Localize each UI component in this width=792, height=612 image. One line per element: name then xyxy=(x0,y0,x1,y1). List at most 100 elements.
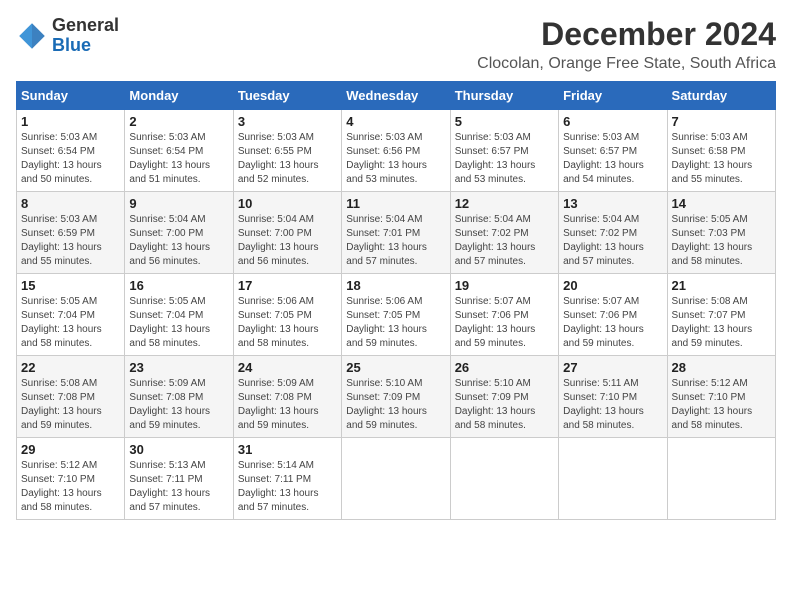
calendar-cell: 29 Sunrise: 5:12 AM Sunset: 7:10 PM Dayl… xyxy=(17,438,125,520)
calendar-cell: 13 Sunrise: 5:04 AM Sunset: 7:02 PM Dayl… xyxy=(559,192,667,274)
day-info: Sunrise: 5:03 AM Sunset: 6:56 PM Dayligh… xyxy=(346,131,445,187)
day-info: Sunrise: 5:05 AM Sunset: 7:04 PM Dayligh… xyxy=(21,295,120,351)
calendar-cell xyxy=(450,438,558,520)
weekday-header-saturday: Saturday xyxy=(667,82,775,110)
day-number: 31 xyxy=(238,442,337,457)
calendar-cell: 7 Sunrise: 5:03 AM Sunset: 6:58 PM Dayli… xyxy=(667,110,775,192)
day-number: 21 xyxy=(672,278,771,293)
day-number: 4 xyxy=(346,114,445,129)
title-section: December 2024 Clocolan, Orange Free Stat… xyxy=(477,16,776,73)
logo-text: General Blue xyxy=(52,16,119,56)
weekday-header-wednesday: Wednesday xyxy=(342,82,450,110)
day-number: 28 xyxy=(672,360,771,375)
calendar-cell: 11 Sunrise: 5:04 AM Sunset: 7:01 PM Dayl… xyxy=(342,192,450,274)
calendar-cell: 19 Sunrise: 5:07 AM Sunset: 7:06 PM Dayl… xyxy=(450,274,558,356)
day-number: 25 xyxy=(346,360,445,375)
day-number: 24 xyxy=(238,360,337,375)
day-info: Sunrise: 5:05 AM Sunset: 7:03 PM Dayligh… xyxy=(672,213,771,269)
calendar-cell: 2 Sunrise: 5:03 AM Sunset: 6:54 PM Dayli… xyxy=(125,110,233,192)
main-title: December 2024 xyxy=(477,16,776,53)
subtitle: Clocolan, Orange Free State, South Afric… xyxy=(477,55,776,73)
day-number: 18 xyxy=(346,278,445,293)
day-info: Sunrise: 5:07 AM Sunset: 7:06 PM Dayligh… xyxy=(563,295,662,351)
calendar-cell: 18 Sunrise: 5:06 AM Sunset: 7:05 PM Dayl… xyxy=(342,274,450,356)
day-number: 9 xyxy=(129,196,228,211)
calendar-cell: 8 Sunrise: 5:03 AM Sunset: 6:59 PM Dayli… xyxy=(17,192,125,274)
day-number: 26 xyxy=(455,360,554,375)
calendar-cell: 10 Sunrise: 5:04 AM Sunset: 7:00 PM Dayl… xyxy=(233,192,341,274)
day-number: 6 xyxy=(563,114,662,129)
calendar-cell: 14 Sunrise: 5:05 AM Sunset: 7:03 PM Dayl… xyxy=(667,192,775,274)
calendar-cell: 24 Sunrise: 5:09 AM Sunset: 7:08 PM Dayl… xyxy=(233,356,341,438)
calendar-cell: 4 Sunrise: 5:03 AM Sunset: 6:56 PM Dayli… xyxy=(342,110,450,192)
day-number: 8 xyxy=(21,196,120,211)
weekday-header-row: SundayMondayTuesdayWednesdayThursdayFrid… xyxy=(17,82,776,110)
weekday-header-monday: Monday xyxy=(125,82,233,110)
day-number: 22 xyxy=(21,360,120,375)
day-info: Sunrise: 5:09 AM Sunset: 7:08 PM Dayligh… xyxy=(129,377,228,433)
day-number: 29 xyxy=(21,442,120,457)
weekday-header-sunday: Sunday xyxy=(17,82,125,110)
day-info: Sunrise: 5:03 AM Sunset: 6:58 PM Dayligh… xyxy=(672,131,771,187)
logo-icon xyxy=(16,20,48,52)
calendar-cell: 21 Sunrise: 5:08 AM Sunset: 7:07 PM Dayl… xyxy=(667,274,775,356)
calendar-cell xyxy=(342,438,450,520)
day-info: Sunrise: 5:12 AM Sunset: 7:10 PM Dayligh… xyxy=(21,459,120,515)
calendar-cell: 23 Sunrise: 5:09 AM Sunset: 7:08 PM Dayl… xyxy=(125,356,233,438)
day-number: 11 xyxy=(346,196,445,211)
day-number: 19 xyxy=(455,278,554,293)
day-number: 7 xyxy=(672,114,771,129)
day-info: Sunrise: 5:04 AM Sunset: 7:00 PM Dayligh… xyxy=(129,213,228,269)
calendar-cell: 26 Sunrise: 5:10 AM Sunset: 7:09 PM Dayl… xyxy=(450,356,558,438)
calendar-cell: 5 Sunrise: 5:03 AM Sunset: 6:57 PM Dayli… xyxy=(450,110,558,192)
calendar-cell: 16 Sunrise: 5:05 AM Sunset: 7:04 PM Dayl… xyxy=(125,274,233,356)
day-number: 2 xyxy=(129,114,228,129)
day-number: 30 xyxy=(129,442,228,457)
day-number: 15 xyxy=(21,278,120,293)
day-number: 16 xyxy=(129,278,228,293)
calendar-table: SundayMondayTuesdayWednesdayThursdayFrid… xyxy=(16,81,776,520)
logo: General Blue xyxy=(16,16,119,56)
day-info: Sunrise: 5:11 AM Sunset: 7:10 PM Dayligh… xyxy=(563,377,662,433)
calendar-cell: 3 Sunrise: 5:03 AM Sunset: 6:55 PM Dayli… xyxy=(233,110,341,192)
day-info: Sunrise: 5:08 AM Sunset: 7:08 PM Dayligh… xyxy=(21,377,120,433)
weekday-header-friday: Friday xyxy=(559,82,667,110)
day-info: Sunrise: 5:05 AM Sunset: 7:04 PM Dayligh… xyxy=(129,295,228,351)
day-info: Sunrise: 5:12 AM Sunset: 7:10 PM Dayligh… xyxy=(672,377,771,433)
day-info: Sunrise: 5:03 AM Sunset: 6:59 PM Dayligh… xyxy=(21,213,120,269)
day-info: Sunrise: 5:09 AM Sunset: 7:08 PM Dayligh… xyxy=(238,377,337,433)
day-info: Sunrise: 5:13 AM Sunset: 7:11 PM Dayligh… xyxy=(129,459,228,515)
day-info: Sunrise: 5:04 AM Sunset: 7:02 PM Dayligh… xyxy=(563,213,662,269)
calendar-cell: 6 Sunrise: 5:03 AM Sunset: 6:57 PM Dayli… xyxy=(559,110,667,192)
calendar-cell: 1 Sunrise: 5:03 AM Sunset: 6:54 PM Dayli… xyxy=(17,110,125,192)
day-info: Sunrise: 5:03 AM Sunset: 6:54 PM Dayligh… xyxy=(129,131,228,187)
calendar-cell: 12 Sunrise: 5:04 AM Sunset: 7:02 PM Dayl… xyxy=(450,192,558,274)
day-number: 27 xyxy=(563,360,662,375)
calendar-cell: 27 Sunrise: 5:11 AM Sunset: 7:10 PM Dayl… xyxy=(559,356,667,438)
day-info: Sunrise: 5:14 AM Sunset: 7:11 PM Dayligh… xyxy=(238,459,337,515)
day-info: Sunrise: 5:04 AM Sunset: 7:01 PM Dayligh… xyxy=(346,213,445,269)
calendar-cell: 20 Sunrise: 5:07 AM Sunset: 7:06 PM Dayl… xyxy=(559,274,667,356)
weekday-header-tuesday: Tuesday xyxy=(233,82,341,110)
calendar-cell: 9 Sunrise: 5:04 AM Sunset: 7:00 PM Dayli… xyxy=(125,192,233,274)
calendar-cell: 30 Sunrise: 5:13 AM Sunset: 7:11 PM Dayl… xyxy=(125,438,233,520)
day-info: Sunrise: 5:04 AM Sunset: 7:00 PM Dayligh… xyxy=(238,213,337,269)
day-number: 13 xyxy=(563,196,662,211)
weekday-header-thursday: Thursday xyxy=(450,82,558,110)
day-number: 14 xyxy=(672,196,771,211)
day-info: Sunrise: 5:10 AM Sunset: 7:09 PM Dayligh… xyxy=(455,377,554,433)
calendar-cell: 15 Sunrise: 5:05 AM Sunset: 7:04 PM Dayl… xyxy=(17,274,125,356)
day-info: Sunrise: 5:04 AM Sunset: 7:02 PM Dayligh… xyxy=(455,213,554,269)
week-row-5: 29 Sunrise: 5:12 AM Sunset: 7:10 PM Dayl… xyxy=(17,438,776,520)
day-info: Sunrise: 5:03 AM Sunset: 6:57 PM Dayligh… xyxy=(563,131,662,187)
calendar-cell xyxy=(559,438,667,520)
calendar-cell: 22 Sunrise: 5:08 AM Sunset: 7:08 PM Dayl… xyxy=(17,356,125,438)
day-number: 1 xyxy=(21,114,120,129)
day-info: Sunrise: 5:03 AM Sunset: 6:55 PM Dayligh… xyxy=(238,131,337,187)
day-info: Sunrise: 5:03 AM Sunset: 6:54 PM Dayligh… xyxy=(21,131,120,187)
day-info: Sunrise: 5:06 AM Sunset: 7:05 PM Dayligh… xyxy=(238,295,337,351)
day-info: Sunrise: 5:10 AM Sunset: 7:09 PM Dayligh… xyxy=(346,377,445,433)
day-number: 3 xyxy=(238,114,337,129)
week-row-1: 1 Sunrise: 5:03 AM Sunset: 6:54 PM Dayli… xyxy=(17,110,776,192)
day-number: 5 xyxy=(455,114,554,129)
